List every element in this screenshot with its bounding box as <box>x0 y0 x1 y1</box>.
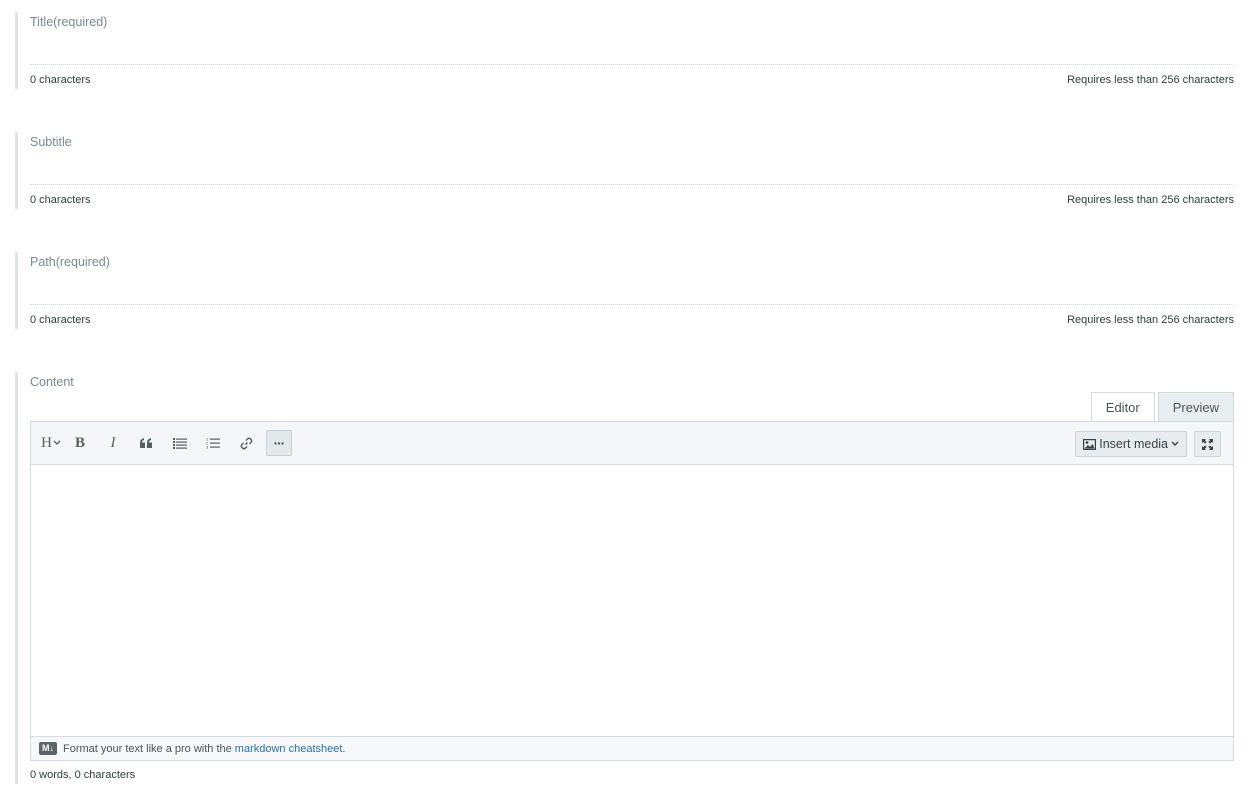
footer-text-before: Format your text like a pro with the <box>63 742 232 755</box>
heading-icon: H <box>41 434 52 451</box>
path-input[interactable] <box>30 281 1234 305</box>
quote-icon <box>139 438 152 448</box>
link-button[interactable] <box>233 430 259 456</box>
title-label: Title(required) <box>30 15 108 29</box>
subtitle-label: Subtitle <box>30 135 72 149</box>
path-char-limit: Requires less than 256 characters <box>1067 314 1234 326</box>
title-char-count: 0 characters <box>30 74 91 86</box>
path-label: Path(required) <box>30 255 110 269</box>
chevron-down-icon <box>53 440 61 445</box>
quote-button[interactable] <box>133 430 159 456</box>
tab-preview[interactable]: Preview <box>1157 392 1234 421</box>
heading-button[interactable]: H <box>37 430 65 456</box>
subtitle-char-count: 0 characters <box>30 194 91 206</box>
ordered-list-icon: 123 <box>206 437 220 449</box>
footer-text: Format your text like a pro with the mar… <box>63 743 345 755</box>
more-icon <box>274 441 284 445</box>
markdown-editor: H B I 123 Insert media M↓ Format your te… <box>30 421 1234 761</box>
subtitle-field-group: Subtitle 0 characters Requires less than… <box>15 132 1234 209</box>
italic-button[interactable]: I <box>100 430 126 456</box>
editor-tabs: Editor Preview <box>1090 392 1234 421</box>
link-icon <box>240 437 252 449</box>
subtitle-char-limit: Requires less than 256 characters <box>1067 194 1234 206</box>
footer-text-after: . <box>342 742 346 755</box>
svg-text:3: 3 <box>206 445 209 450</box>
fullscreen-button[interactable] <box>1194 431 1221 457</box>
editor-text-area[interactable] <box>31 465 1233 736</box>
editor-footer: M↓ Format your text like a pro with the … <box>31 736 1233 760</box>
image-icon <box>1083 438 1097 450</box>
chevron-down-icon <box>1171 441 1179 446</box>
markdown-cheatsheet-link[interactable]: markdown cheatsheet <box>235 743 343 755</box>
ordered-list-button[interactable]: 123 <box>200 430 226 456</box>
path-char-count: 0 characters <box>30 314 91 326</box>
more-button[interactable] <box>266 430 292 456</box>
unordered-list-icon <box>173 437 187 449</box>
editor-toolbar: H B I 123 Insert media <box>31 422 1233 465</box>
content-field-group: Content Editor Preview H B I 123 Insert … <box>15 372 1234 784</box>
path-field-group: Path(required) 0 characters Requires les… <box>15 252 1234 329</box>
tab-editor[interactable]: Editor <box>1090 392 1155 421</box>
title-input[interactable] <box>30 41 1234 65</box>
title-field-group: Title(required) 0 characters Requires le… <box>15 12 1234 89</box>
subtitle-input[interactable] <box>30 161 1234 185</box>
insert-media-button[interactable]: Insert media <box>1075 431 1187 457</box>
bold-icon: B <box>74 434 85 451</box>
markdown-icon: M↓ <box>39 742 57 755</box>
content-word-count: 0 words, 0 characters <box>30 769 136 781</box>
insert-media-label: Insert media <box>1099 437 1168 451</box>
fullscreen-icon <box>1202 438 1213 450</box>
title-char-limit: Requires less than 256 characters <box>1067 74 1234 86</box>
content-label: Content <box>30 375 74 389</box>
unordered-list-button[interactable] <box>167 430 193 456</box>
bold-button[interactable]: B <box>67 430 93 456</box>
italic-icon: I <box>110 434 116 451</box>
